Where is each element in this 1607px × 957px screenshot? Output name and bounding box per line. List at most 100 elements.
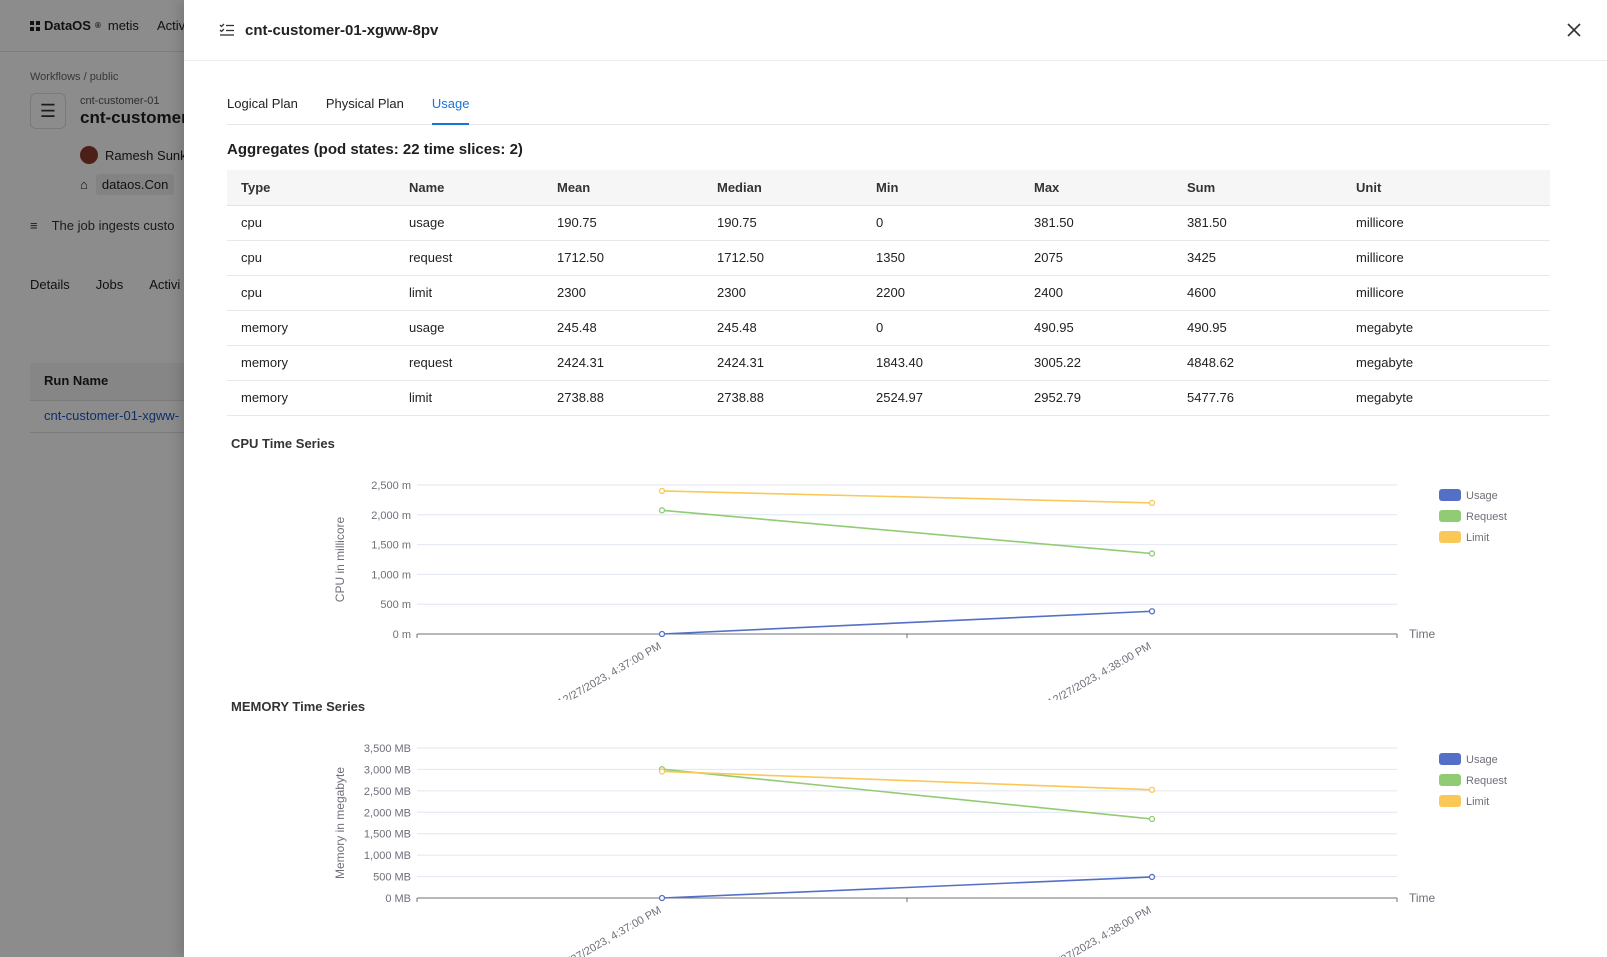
legend-label: Limit: [1466, 796, 1489, 808]
x-axis-label: Time: [1409, 891, 1436, 905]
workflow-list-icon: [219, 23, 234, 36]
table-cell: cpu: [227, 275, 395, 311]
table-cell: 245.48: [703, 310, 862, 346]
series-line-usage: [661, 610, 1153, 635]
table-cell: 1843.40: [862, 345, 1020, 381]
x-tick-label: 12/27/2023, 4:37:00 PM: [556, 640, 664, 700]
legend-label: Usage: [1466, 490, 1498, 502]
tab-physical-plan[interactable]: Physical Plan: [326, 88, 404, 125]
y-tick-label: 500 m: [380, 599, 411, 611]
legend-item-request[interactable]: Request: [1439, 510, 1507, 523]
table-row: cpu request 1712.50 1712.50 1350 2075 3425 mill…: [227, 240, 1550, 276]
table-cell: 490.95: [1020, 310, 1173, 346]
table-row: cpu usage 190.75 190.75 0 381.50 381.50 millico…: [227, 205, 1550, 241]
table-cell: 2524.97: [862, 380, 1020, 416]
legend-item-limit[interactable]: Limit: [1439, 795, 1489, 808]
drawer-title: cnt-customer-01-xgww-8pv: [245, 21, 439, 39]
table-cell: 2200: [862, 275, 1020, 311]
table-cell: 5477.76: [1173, 380, 1342, 416]
table-cell: megabyte: [1342, 380, 1550, 416]
data-point-limit: [1148, 499, 1156, 507]
table-cell: usage: [395, 310, 543, 346]
data-point-usage: [658, 894, 666, 902]
table-cell: cpu: [227, 240, 395, 276]
table-cell: 1350: [862, 240, 1020, 276]
y-tick-label: 2,500 MB: [364, 786, 411, 798]
aggregates-title: Aggregates (pod states: 22 time slices: …: [227, 141, 523, 158]
y-tick-label: 500 MB: [373, 872, 411, 884]
table-cell: 381.50: [1020, 205, 1173, 241]
y-tick-label: 0 MB: [385, 893, 411, 905]
table-cell: memory: [227, 380, 395, 416]
legend-swatch: [1439, 753, 1461, 765]
series-line-limit: [661, 770, 1153, 791]
legend-swatch: [1439, 795, 1461, 807]
legend-swatch: [1439, 531, 1461, 543]
data-point-limit: [1148, 786, 1156, 793]
y-tick-label: 2,000 MB: [364, 807, 411, 819]
table-cell: megabyte: [1342, 310, 1550, 346]
legend-swatch: [1439, 489, 1461, 501]
table-cell: 3005.22: [1020, 345, 1173, 381]
table-cell: millicore: [1342, 240, 1550, 276]
y-tick-label: 3,500 MB: [364, 743, 411, 755]
table-cell: 490.95: [1173, 310, 1342, 346]
table-cell: request: [395, 240, 543, 276]
table-cell: megabyte: [1342, 345, 1550, 381]
column-header: Max: [1020, 170, 1173, 206]
memory-chart-title: MEMORY Time Series: [231, 699, 366, 714]
table-cell: memory: [227, 345, 395, 381]
drawer-header: cnt-customer-01-xgww-8pv: [184, 0, 1607, 61]
table-cell: 4848.62: [1173, 345, 1342, 381]
table-cell: 2738.88: [703, 380, 862, 416]
run-details-drawer: cnt-customer-01-xgww-8pv Logical Plan Ph…: [184, 0, 1607, 957]
data-point-limit: [658, 768, 666, 775]
table-cell: 2424.31: [543, 345, 703, 381]
column-header: Type: [227, 170, 395, 206]
column-header: Name: [395, 170, 543, 206]
table-cell: 4600: [1173, 275, 1342, 311]
table-cell: 2400: [1020, 275, 1173, 311]
legend-swatch: [1439, 774, 1461, 786]
column-header: Mean: [543, 170, 703, 206]
close-icon: [1567, 23, 1581, 37]
legend-label: Limit: [1466, 532, 1489, 544]
y-tick-label: 0 m: [393, 629, 411, 641]
x-tick-label: 12/27/2023, 4:38:00 PM: [1046, 904, 1154, 957]
series-line-request: [661, 768, 1153, 820]
y-tick-label: 2,500 m: [371, 480, 411, 492]
table-cell: limit: [395, 275, 543, 311]
aggregates-table: Type Name Mean Median Min Max Sum Unit c…: [227, 170, 1550, 416]
table-cell: usage: [395, 205, 543, 241]
table-cell: 0: [862, 205, 1020, 241]
table-cell: request: [395, 345, 543, 381]
legend-item-usage[interactable]: Usage: [1439, 753, 1498, 766]
y-axis-label: CPU in millicore: [333, 517, 347, 603]
legend-item-limit[interactable]: Limit: [1439, 531, 1489, 544]
table-cell: millicore: [1342, 275, 1550, 311]
series-line-limit: [661, 490, 1153, 504]
data-point-usage: [658, 630, 666, 638]
table-cell: 190.75: [703, 205, 862, 241]
data-point-usage: [1148, 873, 1156, 881]
series-line-usage: [661, 876, 1153, 899]
table-cell: limit: [395, 380, 543, 416]
legend-item-request[interactable]: Request: [1439, 774, 1507, 787]
table-cell: 2300: [543, 275, 703, 311]
table-cell: memory: [227, 310, 395, 346]
table-cell: 2075: [1020, 240, 1173, 276]
y-tick-label: 3,000 MB: [364, 764, 411, 776]
data-point-limit: [658, 487, 666, 495]
tab-usage[interactable]: Usage: [431, 88, 470, 125]
close-button[interactable]: [1561, 17, 1587, 43]
y-tick-label: 1,500 MB: [364, 829, 411, 841]
table-cell: 190.75: [543, 205, 703, 241]
table-row: memory usage 245.48 245.48 0 490.95 490.95 mega…: [227, 310, 1550, 346]
table-cell: 2300: [703, 275, 862, 311]
column-header: Unit: [1342, 170, 1550, 206]
table-cell: 2424.31: [703, 345, 862, 381]
data-point-request: [1148, 815, 1156, 823]
tab-logical-plan[interactable]: Logical Plan: [227, 88, 298, 125]
column-header: Median: [703, 170, 862, 206]
legend-item-usage[interactable]: Usage: [1439, 489, 1498, 502]
